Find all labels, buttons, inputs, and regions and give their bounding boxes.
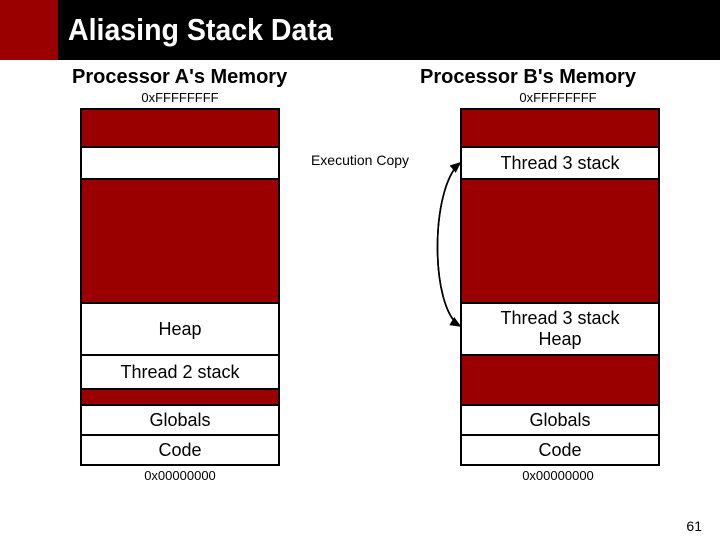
proc-b-header: Processor B's Memory bbox=[420, 66, 636, 89]
proc-b-top-addr: 0xFFFFFFFF bbox=[498, 90, 618, 105]
proc-a-bottom-addr: 0x00000000 bbox=[120, 468, 240, 483]
content-area: Processor A's Memory Processor B's Memor… bbox=[0, 60, 720, 540]
proc-b-seg-top bbox=[462, 110, 658, 146]
proc-a-top-addr: 0xFFFFFFFF bbox=[120, 90, 240, 105]
title-bar: Aliasing Stack Data bbox=[0, 0, 720, 60]
proc-a-seg-exec-slot bbox=[82, 146, 278, 178]
proc-b-t3heap-l1: Thread 3 stack bbox=[500, 308, 619, 328]
proc-a-seg-gap bbox=[82, 388, 278, 404]
page-title: Aliasing Stack Data bbox=[68, 12, 333, 48]
proc-b-seg-gap bbox=[462, 354, 658, 404]
proc-b-seg-mid bbox=[462, 178, 658, 302]
proc-b-t3heap: Thread 3 stack Heap bbox=[462, 302, 658, 354]
proc-b-t3stack: Thread 3 stack bbox=[462, 146, 658, 178]
exec-copy-label: Execution Copy bbox=[295, 152, 425, 168]
proc-b-globals: Globals bbox=[462, 404, 658, 434]
proc-b-t3heap-l2: Heap bbox=[538, 329, 581, 349]
proc-b-t3heap-text: Thread 3 stack Heap bbox=[500, 308, 619, 349]
proc-a-seg-mid bbox=[82, 178, 278, 302]
proc-b-bottom-addr: 0x00000000 bbox=[498, 468, 618, 483]
page-number: 61 bbox=[686, 518, 702, 534]
proc-a-heap: Heap bbox=[82, 302, 278, 354]
proc-a-diagram: Heap Thread 2 stack Globals Code bbox=[80, 108, 280, 466]
proc-b-code: Code bbox=[462, 434, 658, 464]
proc-a-header: Processor A's Memory bbox=[72, 66, 287, 89]
proc-a-seg-top bbox=[82, 110, 278, 146]
proc-b-diagram: Thread 3 stack Thread 3 stack Heap Globa… bbox=[460, 108, 660, 466]
proc-a-code: Code bbox=[82, 434, 278, 464]
proc-a-globals: Globals bbox=[82, 404, 278, 434]
proc-a-t2stack: Thread 2 stack bbox=[82, 354, 278, 388]
